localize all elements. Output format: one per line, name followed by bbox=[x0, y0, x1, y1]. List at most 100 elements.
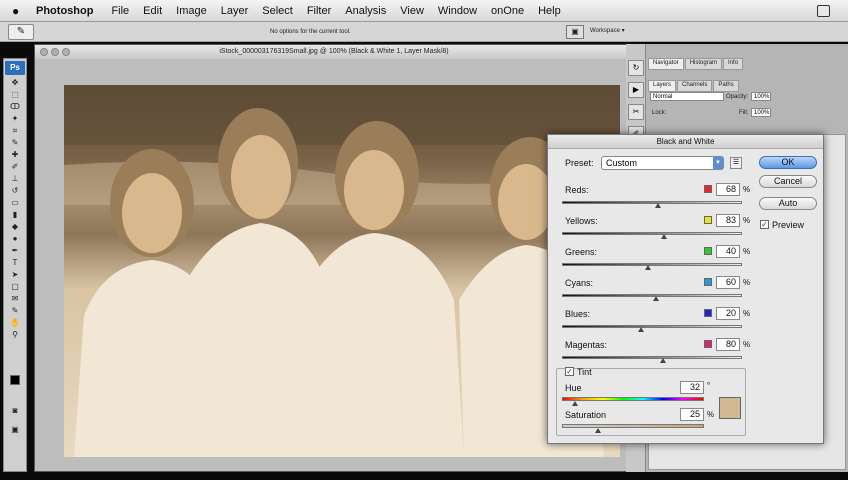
blues-slider[interactable] bbox=[562, 325, 742, 328]
saturation-slider[interactable] bbox=[562, 424, 704, 428]
magentas-slider[interactable] bbox=[562, 356, 742, 359]
reds-slider-thumb[interactable] bbox=[655, 203, 662, 208]
lock-label: Lock: bbox=[652, 110, 667, 116]
menu-view[interactable]: View bbox=[400, 5, 424, 17]
menu-help[interactable]: Help bbox=[538, 5, 561, 17]
fill-field[interactable]: 100% bbox=[751, 108, 771, 117]
menu-layer[interactable]: Layer bbox=[221, 5, 249, 17]
notes-tool-icon[interactable]: ✉ bbox=[5, 293, 25, 304]
dodge-tool-icon[interactable]: ● bbox=[5, 233, 25, 244]
brush-tool-icon[interactable]: ✐ bbox=[5, 161, 25, 172]
greens-slider-thumb[interactable] bbox=[645, 265, 652, 270]
eraser-tool-icon[interactable]: ▭ bbox=[5, 197, 25, 208]
cyans-slider-thumb[interactable] bbox=[652, 296, 659, 301]
preview-checkbox[interactable]: ✓ bbox=[760, 220, 769, 229]
pen-tool-icon[interactable]: ✒ bbox=[5, 245, 25, 256]
yellows-value[interactable]: 83 bbox=[716, 214, 740, 227]
magentas-slider-thumb[interactable] bbox=[659, 358, 666, 363]
path-select-tool-icon[interactable]: ➤ bbox=[5, 269, 25, 280]
eyedropper-icon[interactable]: ✎ bbox=[8, 24, 34, 40]
marquee-tool-icon[interactable]: ⬚ bbox=[5, 89, 25, 100]
zoom-icon[interactable] bbox=[62, 48, 70, 56]
cyans-value[interactable]: 60 bbox=[716, 276, 740, 289]
yellows-slider-thumb[interactable] bbox=[660, 234, 667, 239]
quick-mask-icon[interactable]: ◙ bbox=[5, 405, 25, 416]
actions-panel-icon[interactable]: ▶ bbox=[628, 82, 644, 98]
hand-tool-icon[interactable]: ✋ bbox=[5, 317, 25, 328]
menu-file[interactable]: File bbox=[111, 5, 129, 17]
tab-info[interactable]: Info bbox=[723, 58, 744, 70]
shape-tool-icon[interactable]: ▢ bbox=[5, 281, 25, 292]
tint-checkbox[interactable]: ✓ bbox=[565, 367, 574, 376]
app-menu[interactable]: Photoshop bbox=[36, 5, 93, 17]
crop-tool-icon[interactable]: ⌗ bbox=[5, 125, 25, 136]
saturation-slider-thumb[interactable] bbox=[594, 428, 601, 433]
apple-icon[interactable]: ● bbox=[12, 4, 30, 18]
menu-image[interactable]: Image bbox=[176, 5, 207, 17]
cancel-button[interactable]: Cancel bbox=[759, 175, 817, 188]
canvas-area[interactable] bbox=[35, 59, 633, 471]
opacity-field[interactable]: 100% bbox=[751, 92, 771, 101]
photoshop-window: ● Photoshop File Edit Image Layer Select… bbox=[0, 0, 848, 480]
magentas-value[interactable]: 80 bbox=[716, 338, 740, 351]
workspace-button[interactable]: Workspace ▾ bbox=[590, 27, 625, 34]
type-tool-icon[interactable]: T bbox=[5, 257, 25, 268]
menu-filter[interactable]: Filter bbox=[307, 5, 331, 17]
tab-navigator[interactable]: Navigator bbox=[648, 58, 684, 70]
preset-options-icon[interactable]: ☰ bbox=[730, 157, 742, 169]
tools-panel-icon[interactable]: ✂ bbox=[628, 104, 644, 120]
window-zoom-icon[interactable] bbox=[817, 5, 830, 17]
hue-slider-thumb[interactable] bbox=[571, 401, 578, 406]
menu-analysis[interactable]: Analysis bbox=[345, 5, 386, 17]
healing-tool-icon[interactable]: ✚ bbox=[5, 149, 25, 160]
hue-slider[interactable] bbox=[562, 397, 704, 401]
menu-window[interactable]: Window bbox=[438, 5, 477, 17]
menu-edit[interactable]: Edit bbox=[143, 5, 162, 17]
zoom-tool-icon[interactable]: ⚲ bbox=[5, 329, 25, 340]
yellows-swatch bbox=[704, 216, 712, 224]
blues-slider-thumb[interactable] bbox=[638, 327, 645, 332]
minimize-icon[interactable] bbox=[51, 48, 59, 56]
screen-mode-icon[interactable]: ▣ bbox=[5, 424, 25, 435]
eyedropper-tool-icon[interactable]: ✎ bbox=[5, 137, 25, 148]
magic-wand-tool-icon[interactable]: ✦ bbox=[5, 113, 25, 124]
history-panel-icon[interactable]: ↻ bbox=[628, 60, 644, 76]
dialog-title: Black and White bbox=[548, 135, 823, 149]
lasso-tool-icon[interactable]: ↀ bbox=[5, 101, 25, 112]
ok-button[interactable]: OK bbox=[759, 156, 817, 169]
tab-layers[interactable]: Layers bbox=[648, 80, 677, 92]
greens-slider[interactable] bbox=[562, 263, 742, 266]
tint-color-swatch[interactable] bbox=[719, 397, 741, 419]
gradient-tool-icon[interactable]: ▮ bbox=[5, 209, 25, 220]
workspace-camera-icon[interactable]: ▣ bbox=[566, 25, 584, 39]
saturation-value[interactable]: 25 bbox=[680, 408, 704, 421]
stamp-tool-icon[interactable]: ⊥ bbox=[5, 173, 25, 184]
close-icon[interactable] bbox=[40, 48, 48, 56]
move-tool-icon[interactable]: ✥ bbox=[5, 77, 25, 88]
photo-canvas[interactable] bbox=[64, 85, 620, 457]
opacity-label: Opacity: bbox=[726, 94, 749, 100]
preset-select[interactable]: Custom ▼ bbox=[601, 156, 724, 170]
blend-mode-select[interactable]: Normal bbox=[650, 92, 724, 101]
menu-onone[interactable]: onOne bbox=[491, 5, 524, 17]
blues-value[interactable]: 20 bbox=[716, 307, 740, 320]
eyedropper2-tool-icon[interactable]: ✎ bbox=[5, 305, 25, 316]
reds-slider[interactable] bbox=[562, 201, 742, 204]
foreground-color[interactable] bbox=[10, 375, 20, 385]
tab-histogram[interactable]: Histogram bbox=[684, 58, 723, 70]
blur-tool-icon[interactable]: ◆ bbox=[5, 221, 25, 232]
tab-paths[interactable]: Paths bbox=[713, 80, 739, 92]
yellows-slider[interactable] bbox=[562, 232, 742, 235]
menu-select[interactable]: Select bbox=[262, 5, 293, 17]
hue-unit: ° bbox=[707, 381, 711, 390]
tab-channels[interactable]: Channels bbox=[677, 80, 713, 92]
greens-value[interactable]: 40 bbox=[716, 245, 740, 258]
auto-button[interactable]: Auto bbox=[759, 197, 817, 210]
options-message: No options for the current tool. bbox=[270, 29, 351, 35]
blues-swatch bbox=[704, 309, 712, 317]
hue-value[interactable]: 32 bbox=[680, 381, 704, 394]
history-brush-icon[interactable]: ↺ bbox=[5, 185, 25, 196]
cyans-swatch bbox=[704, 278, 712, 286]
document-window: iStock_000003176319Small.jpg @ 100% (Bla… bbox=[34, 44, 634, 472]
reds-value[interactable]: 68 bbox=[716, 183, 740, 196]
